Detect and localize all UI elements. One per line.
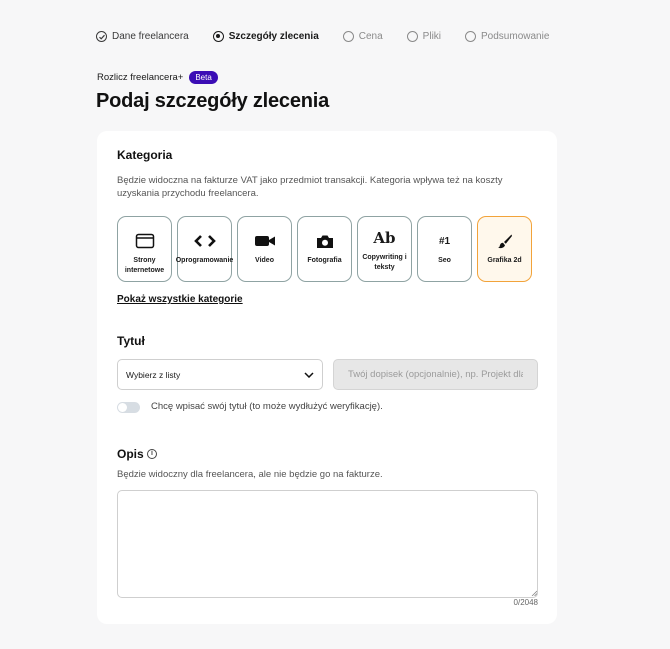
code-brackets-icon [193, 226, 216, 256]
page-title: Podaj szczegóły zlecenia [96, 90, 330, 112]
step-label: Cena [358, 31, 383, 42]
category-strony-internetowe[interactable]: Strony internetowe [117, 216, 172, 282]
photo-camera-icon [316, 226, 334, 256]
description-hint: Będzie widoczny dla freelancera, ale nie… [117, 469, 383, 480]
info-icon[interactable]: i [147, 449, 157, 459]
category-label: Grafika 2d [487, 257, 522, 264]
step-dane-freelancera[interactable]: Dane freelancera [96, 31, 189, 42]
brand-name: Rozlicz freelancera+ [97, 72, 184, 83]
category-label: Seo [438, 257, 451, 264]
resize-handle-icon[interactable] [531, 590, 537, 596]
title-section-title: Tytuł [117, 334, 145, 348]
step-label: Dane freelancera [112, 31, 189, 42]
check-icon [96, 31, 107, 42]
category-label: Video [255, 257, 274, 264]
character-counter: 0/2048 [513, 598, 538, 607]
category-video[interactable]: Video [237, 216, 292, 282]
category-label: Copywriting i teksty [362, 254, 407, 271]
step-label: Pliki [422, 31, 442, 42]
description-textarea[interactable] [117, 490, 538, 598]
category-oprogramowanie[interactable]: Oprogramowanie [176, 216, 233, 282]
step-podsumowanie[interactable]: Podsumowanie [465, 31, 549, 42]
custom-title-toggle-label: Chcę wpisać swój tytuł (to może wydłużyć… [151, 401, 383, 412]
step-pliki[interactable]: Pliki [406, 31, 442, 42]
progress-stepper: Dane freelancera Szczegóły zlecenia Cena… [96, 31, 573, 42]
description-title: Opis [117, 447, 144, 461]
category-label: Oprogramowanie [175, 257, 234, 264]
custom-title-toggle[interactable] [117, 402, 140, 413]
category-copywriting[interactable]: Ab Copywriting i teksty [357, 216, 412, 282]
select-value: Wybierz z listy [126, 369, 181, 380]
category-description: Będzie widoczna na fakturze VAT jako prz… [117, 175, 503, 199]
step-label: Szczegóły zlecenia [228, 31, 319, 42]
radio-empty-icon [406, 31, 418, 42]
category-label: Fotografia [307, 257, 342, 264]
category-fotografia[interactable]: Fotografia [297, 216, 352, 282]
brand: Rozlicz freelancera+ Beta [97, 71, 218, 84]
browser-window-icon [135, 226, 155, 256]
category-seo[interactable]: #1 Seo [417, 216, 472, 282]
brush-icon [497, 226, 513, 256]
radio-empty-icon [342, 31, 354, 42]
step-cena[interactable]: Cena [342, 31, 383, 42]
radio-active-icon [212, 31, 224, 42]
ab-text-icon: Ab [373, 229, 396, 247]
step-szczegoly-zlecenia[interactable]: Szczegóły zlecenia [212, 31, 319, 42]
chevron-down-icon [304, 370, 314, 380]
video-camera-icon [254, 226, 276, 256]
category-title: Kategoria [117, 148, 173, 162]
hashtag-one-icon: #1 [438, 235, 451, 247]
title-suffix-input[interactable] [333, 359, 538, 390]
category-grafika-2d[interactable]: Grafika 2d [477, 216, 532, 282]
form-card: Kategoria Będzie widoczna na fakturze VA… [97, 131, 557, 624]
title-select[interactable]: Wybierz z listy [117, 359, 323, 390]
show-all-categories-link[interactable]: Pokaż wszystkie kategorie [117, 294, 243, 305]
category-list: Strony internetowe Oprogramowanie Video … [117, 216, 537, 282]
step-label: Podsumowanie [481, 31, 550, 42]
radio-empty-icon [465, 31, 477, 42]
beta-badge: Beta [189, 71, 218, 84]
category-label: Strony internetowe [124, 257, 165, 274]
